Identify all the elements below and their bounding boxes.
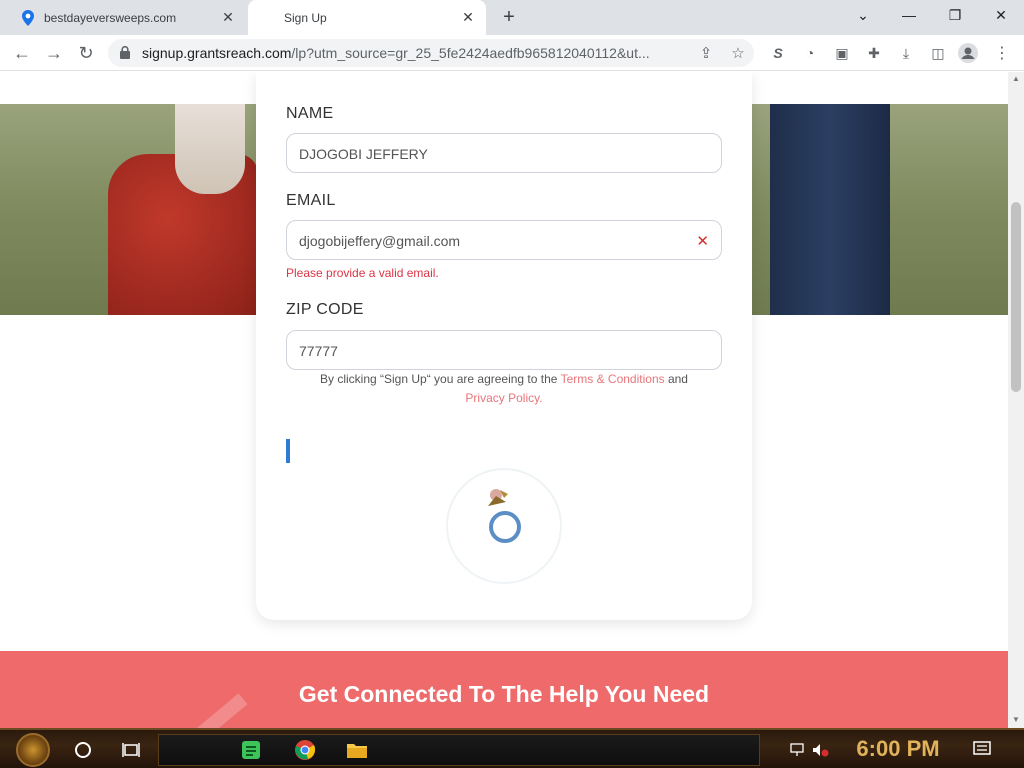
tab-title: Sign Up xyxy=(284,10,327,25)
cortana-circle-icon[interactable] xyxy=(68,734,98,766)
reload-button[interactable]: ↻ xyxy=(72,39,100,67)
tab-strip: bestdayeversweeps.com ✕ Sign Up ✕ + ⌄ — … xyxy=(0,0,1024,35)
close-window-button[interactable]: ✕ xyxy=(978,0,1024,30)
extensions-puzzle-icon[interactable]: ✚ xyxy=(864,43,884,63)
notifications-icon[interactable] xyxy=(970,734,996,766)
consent-prefix: By clicking “Sign Up“ you are agreeing t… xyxy=(320,372,561,386)
side-panel-icon[interactable]: ◫ xyxy=(928,43,948,63)
email-field[interactable]: djogobijeffery@gmail.com ✕ xyxy=(286,220,722,260)
zip-label: ZIP CODE xyxy=(286,301,364,318)
task-view-icon[interactable] xyxy=(116,734,146,766)
notes-app-icon[interactable] xyxy=(236,734,266,766)
hero-hair-decoration xyxy=(175,104,245,194)
signup-form-card: NAME DJOGOBI JEFFERY EMAIL djogobijeffer… xyxy=(256,72,752,620)
name-value: DJOGOBI JEFFERY xyxy=(299,146,428,162)
close-tab-icon[interactable]: ✕ xyxy=(458,8,478,28)
invalid-x-icon: ✕ xyxy=(696,233,709,250)
close-tab-icon[interactable]: ✕ xyxy=(218,8,238,28)
progress-indicator-bar xyxy=(286,439,290,463)
taskbar: 6:00 PM xyxy=(0,728,1024,768)
hero-jeans-decoration xyxy=(770,104,890,315)
terms-link[interactable]: Terms & Conditions xyxy=(561,372,665,386)
page-scrollbar[interactable]: ▲ ▼ xyxy=(1008,72,1024,728)
new-tab-button[interactable]: + xyxy=(498,6,520,28)
lock-icon xyxy=(120,45,130,64)
banner-heading: Get Connected To The Help You Need xyxy=(298,681,710,707)
profile-avatar-icon[interactable] xyxy=(958,43,978,63)
scroll-up-arrow-icon[interactable]: ▲ xyxy=(1012,74,1020,83)
taskbar-clock[interactable]: 6:00 PM xyxy=(838,736,958,762)
restore-button[interactable]: ❐ xyxy=(932,0,978,30)
file-explorer-icon[interactable] xyxy=(342,734,372,766)
privacy-link[interactable]: Privacy Policy. xyxy=(465,391,542,405)
minimize-button[interactable]: — xyxy=(886,0,932,30)
browser-toolbar: ← → ↻ signup.grantsreach.com/lp?utm_sour… xyxy=(0,35,1024,71)
back-button[interactable]: ← xyxy=(8,39,36,67)
name-field[interactable]: DJOGOBI JEFFERY xyxy=(286,133,722,173)
url-path: /lp?utm_source=gr_25_5fe2424aedfb9658120… xyxy=(291,45,650,61)
share-icon[interactable]: ⇪ xyxy=(696,43,716,63)
scrollbar-thumb[interactable] xyxy=(1011,202,1021,392)
url-host: signup.grantsreach.com xyxy=(142,45,292,61)
tab-title: bestdayeversweeps.com xyxy=(44,10,177,25)
help-banner: Get Connected To The Help You Need xyxy=(0,651,1008,728)
email-value: djogobijeffery@gmail.com xyxy=(299,233,461,249)
tab-bestdayeversweeps[interactable]: bestdayeversweeps.com ✕ xyxy=(8,0,246,35)
start-orb-icon xyxy=(16,733,50,767)
extension-image-icon[interactable]: ▣ xyxy=(832,43,852,63)
forward-button[interactable]: → xyxy=(40,39,68,67)
zip-field[interactable]: 77777 xyxy=(286,330,722,370)
location-pin-icon xyxy=(20,9,36,26)
tab-search-icon[interactable]: ⌄ xyxy=(840,0,886,30)
email-label: EMAIL xyxy=(286,192,336,209)
consent-text: By clicking “Sign Up“ you are agreeing t… xyxy=(286,370,722,408)
spinner-decoration-icon xyxy=(488,489,508,506)
consent-and: and xyxy=(664,372,688,386)
bookmark-star-icon[interactable]: ☆ xyxy=(728,43,748,63)
network-icon[interactable] xyxy=(786,734,808,766)
chrome-app-icon[interactable] xyxy=(290,734,320,766)
page-viewport: NAME DJOGOBI JEFFERY EMAIL djogobijeffer… xyxy=(0,72,1008,728)
download-icon[interactable]: ⤓ xyxy=(896,43,916,63)
address-bar[interactable]: signup.grantsreach.com/lp?utm_source=gr_… xyxy=(108,39,754,67)
extension-s-icon[interactable]: S xyxy=(768,43,788,63)
spinner-ring xyxy=(489,511,521,543)
email-error-message: Please provide a valid email. xyxy=(286,266,439,280)
menu-kebab-icon[interactable]: ⋮ xyxy=(992,43,1012,63)
name-label: NAME xyxy=(286,105,334,122)
tab-sign-up[interactable]: Sign Up ✕ xyxy=(248,0,486,35)
scroll-down-arrow-icon[interactable]: ▼ xyxy=(1012,715,1020,724)
extension-circle-icon[interactable]: ◔ xyxy=(800,43,820,63)
zip-value: 77777 xyxy=(299,343,338,359)
start-button[interactable] xyxy=(10,733,56,767)
url-text: signup.grantsreach.com/lp?utm_source=gr_… xyxy=(142,45,682,61)
loading-spinner xyxy=(446,468,562,584)
volume-muted-icon[interactable] xyxy=(810,734,832,766)
